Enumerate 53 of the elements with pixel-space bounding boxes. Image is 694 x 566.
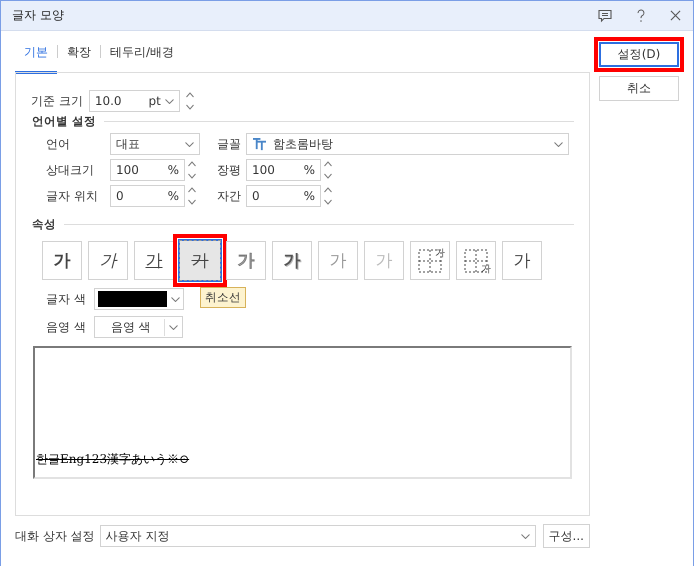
attribute-button[interactable]: 가 bbox=[272, 240, 312, 280]
attribute-button[interactable]: 가 bbox=[173, 234, 227, 286]
chevron-down-icon bbox=[168, 324, 178, 330]
shade-color-dropdown[interactable]: 음영 색 bbox=[94, 316, 183, 338]
attribute-button[interactable]: 가 bbox=[502, 240, 542, 280]
number-field[interactable]: 0 % bbox=[246, 185, 321, 207]
spinner-icon[interactable] bbox=[322, 159, 334, 181]
number-field[interactable]: 100 % bbox=[246, 159, 321, 181]
chevron-down-icon bbox=[170, 296, 180, 302]
close-icon[interactable] bbox=[670, 10, 681, 21]
spinner-icon[interactable] bbox=[186, 159, 198, 181]
attribute-button[interactable]: 가 bbox=[226, 240, 266, 280]
field-label: 장평 bbox=[216, 162, 242, 178]
field-label: 음영 색 bbox=[46, 318, 86, 336]
chevron-down-icon bbox=[164, 98, 174, 104]
field-label: 기준 크기 bbox=[31, 92, 83, 110]
field-label: 글자 위치 bbox=[46, 188, 99, 204]
tooltip: 취소선 bbox=[200, 286, 246, 308]
confirm-button[interactable]: 설정(D) bbox=[594, 37, 684, 72]
section-heading: 속성 bbox=[32, 217, 56, 232]
field-label: 대화 상자 설정 bbox=[15, 528, 95, 544]
tab[interactable]: 확장 bbox=[58, 32, 100, 74]
cancel-button[interactable]: 취소 bbox=[599, 76, 679, 101]
attribute-button[interactable]: 가 bbox=[42, 240, 82, 280]
number-field[interactable]: 100 % bbox=[110, 159, 185, 181]
help-icon[interactable] bbox=[636, 8, 646, 22]
dialog-settings-dropdown[interactable]: 사용자 지정 bbox=[100, 525, 536, 547]
number-field[interactable]: 0 % bbox=[110, 185, 185, 207]
field-label: 글꼴 bbox=[216, 136, 242, 152]
spinner-icon[interactable] bbox=[322, 185, 334, 207]
chevron-down-icon bbox=[185, 142, 194, 146]
language-dropdown[interactable]: 대표 bbox=[110, 133, 200, 155]
size-field[interactable]: 10.0 pt bbox=[88, 90, 180, 112]
attribute-button[interactable]: 가 bbox=[134, 240, 174, 280]
attribute-button[interactable]: 가 bbox=[456, 240, 496, 280]
configure-button[interactable]: 구성... bbox=[542, 524, 590, 548]
chevron-down-icon bbox=[554, 142, 563, 146]
tab[interactable]: 테두리/배경 bbox=[101, 32, 184, 74]
chevron-down-icon bbox=[520, 534, 530, 538]
window-title: 글자 모양 bbox=[12, 7, 64, 24]
font-dropdown[interactable]: 함초롬바탕 bbox=[246, 133, 569, 155]
color-dropdown[interactable] bbox=[94, 288, 184, 310]
field-label: 자간 bbox=[216, 188, 242, 204]
font-icon bbox=[252, 138, 267, 150]
field-label: 상대크기 bbox=[46, 162, 95, 178]
field-label: 언어 bbox=[46, 136, 71, 152]
preview-text: 한글Eng123漢字あいう※⊙ bbox=[36, 451, 190, 468]
spinner-icon[interactable] bbox=[186, 185, 198, 207]
field-label: 글자 색 bbox=[46, 290, 86, 308]
attribute-button[interactable]: 가 bbox=[88, 240, 128, 280]
spinner-icon[interactable] bbox=[184, 90, 196, 112]
section-heading: 언어별 설정 bbox=[32, 114, 96, 129]
comment-icon[interactable] bbox=[598, 8, 612, 22]
